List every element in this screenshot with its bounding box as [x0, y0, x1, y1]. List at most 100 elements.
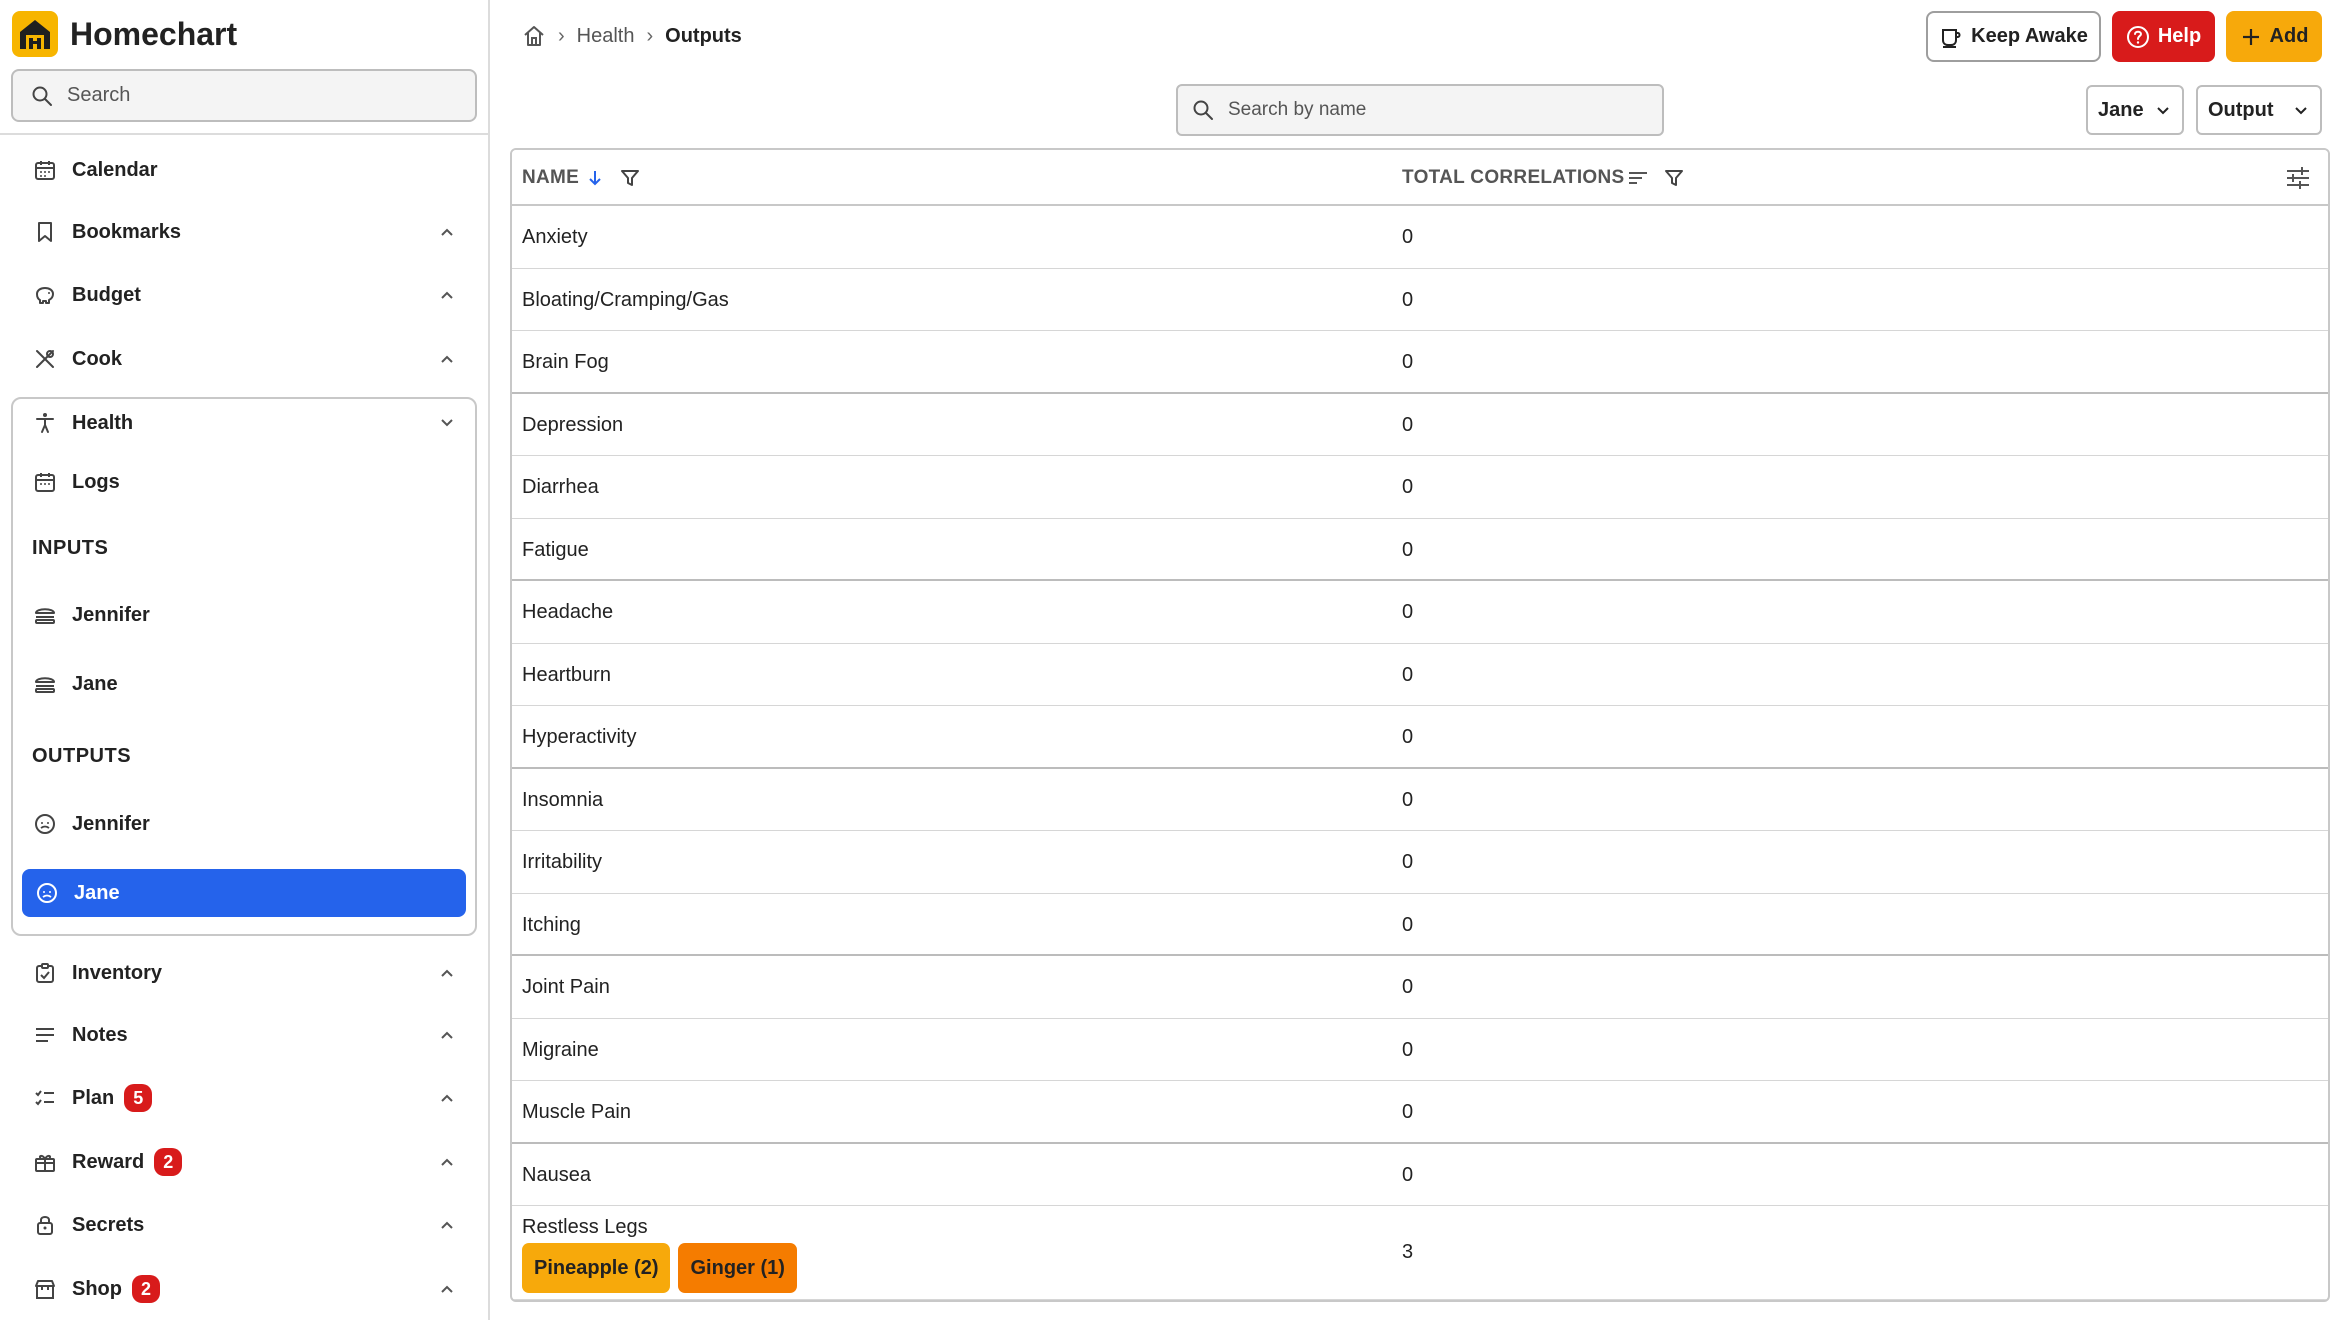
keep-awake-label: Keep Awake [1971, 25, 2088, 47]
table-row[interactable]: Brain Fog 0 [512, 331, 2328, 394]
table-row[interactable]: Fatigue 0 [512, 519, 2328, 581]
sidebar-search[interactable] [11, 69, 477, 122]
sidebar-item-logs[interactable]: Logs [12, 454, 478, 510]
sidebar-item-label: Health [72, 411, 134, 434]
sidebar-item-health[interactable]: Health [12, 395, 478, 451]
sidebar-item-label: Cook [72, 347, 122, 370]
breadcrumb-health[interactable]: Health [577, 25, 635, 48]
correlation-chip[interactable]: Ginger (1) [678, 1243, 797, 1293]
table-row[interactable]: Anxiety 0 [512, 206, 2328, 269]
table-row[interactable]: Insomnia 0 [512, 769, 2328, 831]
add-button[interactable]: Add [2226, 11, 2322, 62]
table-row[interactable]: Itching 0 [512, 894, 2328, 956]
type-select[interactable]: Output [2196, 85, 2322, 135]
face-icon [32, 811, 58, 837]
keep-awake-button[interactable]: Keep Awake [1926, 11, 2101, 62]
table-row[interactable]: Muscle Pain 0 [512, 1081, 2328, 1144]
sidebar-item-output-jennifer[interactable]: Jennifer [12, 796, 478, 852]
chevron-up-icon[interactable] [436, 1151, 458, 1173]
name-search-input[interactable] [1228, 99, 1648, 121]
cell-total-correlations: 0 [1402, 351, 1414, 373]
sidebar-search-input[interactable] [67, 84, 447, 107]
calendar-icon [32, 469, 58, 495]
name-search[interactable] [1176, 84, 1664, 136]
breadcrumb-current: Outputs [665, 24, 742, 47]
cell-total-correlations: 0 [1402, 913, 1414, 936]
cell-output-name: Heartburn [522, 663, 611, 686]
breadcrumb: › Health › Outputs [522, 20, 742, 52]
cell-output-name: Fatigue [522, 538, 589, 561]
table-row[interactable]: Nausea 0 [512, 1144, 2328, 1206]
brand[interactable]: Homechart [12, 10, 237, 58]
sidebar-item-input-jane[interactable]: Jane [12, 656, 478, 712]
cell-total-correlations: 0 [1402, 851, 1414, 873]
face-icon [34, 880, 60, 906]
table-row[interactable]: Hyperactivity 0 [512, 706, 2328, 769]
table-row[interactable]: Bloating/Cramping/Gas 0 [512, 269, 2328, 331]
search-icon [32, 86, 52, 106]
sidebar-item-plan[interactable]: Plan 5 [12, 1070, 478, 1126]
table-row[interactable]: Restless Legs 3 Pineapple (2) Ginger (1) [512, 1206, 2328, 1300]
cell-total-correlations: 0 [1402, 1038, 1414, 1061]
cell-total-correlations: 0 [1402, 726, 1414, 748]
chevron-up-icon[interactable] [436, 1214, 458, 1236]
sort-arrow-down-icon[interactable] [585, 168, 605, 188]
cell-total-correlations: 0 [1402, 601, 1414, 623]
table-row[interactable]: Irritability 0 [512, 831, 2328, 894]
table-row[interactable]: Migraine 0 [512, 1019, 2328, 1081]
sidebar-item-inventory[interactable]: Inventory [12, 945, 478, 1001]
table-row[interactable]: Joint Pain 0 [512, 956, 2328, 1019]
app-name: Homechart [70, 15, 238, 52]
table-row[interactable]: Heartburn 0 [512, 644, 2328, 706]
calendar-icon [32, 157, 58, 183]
table-row[interactable]: Headache 0 [512, 581, 2328, 644]
sidebar-item-label: Reward [72, 1150, 145, 1173]
sidebar-item-cook[interactable]: Cook [12, 331, 478, 387]
chevron-up-icon[interactable] [436, 962, 458, 984]
cell-total-correlations: 3 [1402, 1241, 1414, 1263]
sort-lines-icon[interactable] [1627, 167, 1649, 189]
coffee-cup-icon [1942, 28, 1961, 48]
chevron-up-icon[interactable] [436, 1024, 458, 1046]
cell-output-name: Restless Legs [522, 1216, 648, 1238]
cell-total-correlations: 0 [1402, 1101, 1414, 1123]
column-header-total[interactable]: TOTAL CORRELATIONS [1402, 150, 1685, 206]
reward-count-badge: 2 [154, 1148, 183, 1176]
chevron-up-icon[interactable] [436, 221, 458, 243]
correlation-chip[interactable]: Pineapple (2) [522, 1243, 671, 1293]
type-select-value: Output [2208, 98, 2274, 121]
column-header-name-label: NAME [522, 167, 580, 188]
cell-output-name: Joint Pain [522, 976, 610, 998]
cell-output-name: Headache [522, 601, 614, 623]
table-row[interactable]: Diarrhea 0 [512, 456, 2328, 519]
column-header-name[interactable]: NAME [522, 150, 641, 206]
table-row[interactable]: Depression 0 [512, 394, 2328, 456]
chevron-down-icon[interactable] [436, 412, 458, 434]
cell-total-correlations: 0 [1402, 288, 1414, 311]
sidebar-item-calendar[interactable]: Calendar [12, 142, 478, 198]
sidebar-item-budget[interactable]: Budget [12, 267, 478, 323]
sidebar-item-shop[interactable]: Shop 2 [12, 1261, 478, 1317]
sidebar-item-secrets[interactable]: Secrets [12, 1197, 478, 1253]
sidebar-divider [0, 133, 490, 135]
sidebar-item-output-jane[interactable]: Jane [22, 869, 466, 917]
chevron-up-icon[interactable] [436, 1087, 458, 1109]
help-button[interactable]: Help [2112, 11, 2215, 62]
chevron-up-icon[interactable] [436, 1278, 458, 1300]
filter-icon[interactable] [619, 167, 641, 189]
sidebar-item-label: Jennifer [72, 603, 150, 626]
sidebar-item-label: Notes [72, 1023, 128, 1046]
filter-icon[interactable] [1663, 167, 1685, 189]
sidebar-item-input-jennifer[interactable]: Jennifer [12, 587, 478, 643]
outputs-table: NAME TOTAL CORRELATIONS Anxiety 0 Bloating… [510, 148, 2330, 1302]
cell-total-correlations: 0 [1402, 788, 1414, 811]
sidebar-item-notes[interactable]: Notes [12, 1007, 478, 1063]
chevron-up-icon[interactable] [436, 284, 458, 306]
home-icon[interactable] [522, 24, 546, 48]
person-select[interactable]: Jane [2086, 85, 2184, 135]
sidebar-item-reward[interactable]: Reward 2 [12, 1134, 478, 1190]
chevron-up-icon[interactable] [436, 348, 458, 370]
sidebar-item-bookmarks[interactable]: Bookmarks [12, 204, 478, 260]
cell-output-name: Anxiety [522, 226, 588, 248]
column-settings-icon[interactable] [2284, 164, 2312, 192]
